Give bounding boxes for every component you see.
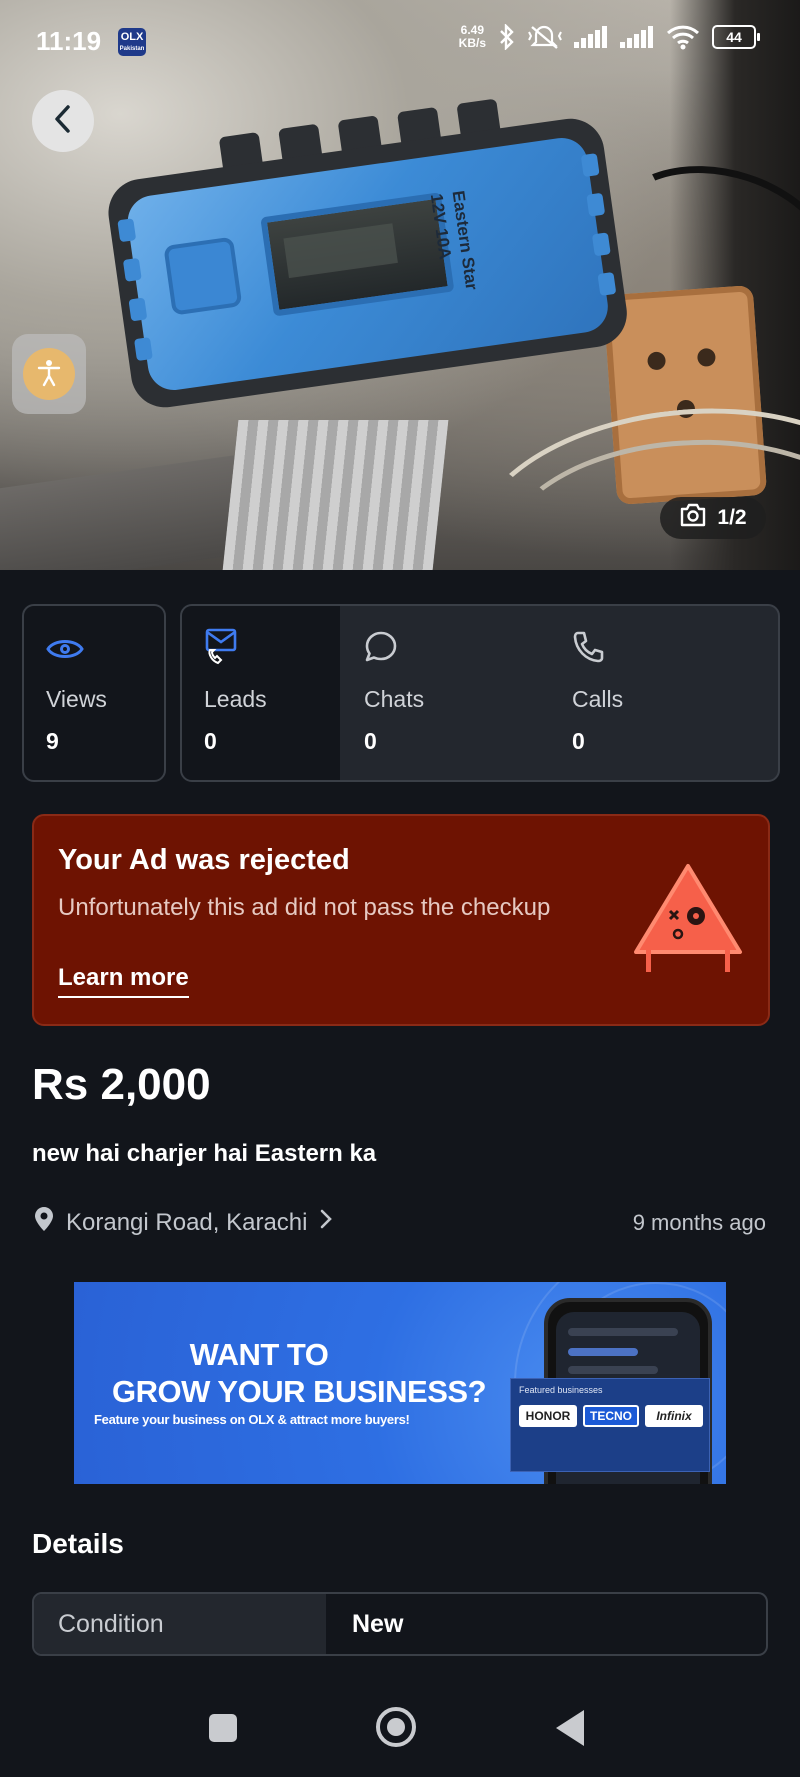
learn-more-link[interactable]: Learn more xyxy=(58,964,189,998)
battery-icon: 44 xyxy=(712,25,760,49)
charger-product: Eastern Star 12V 10A xyxy=(100,85,636,447)
mute-vibrate-icon xyxy=(528,24,562,50)
status-bar: 11:19 OLX Pakistan 6.49 KB/s 44 xyxy=(0,0,800,86)
detail-key: Condition xyxy=(34,1594,326,1654)
stat-label: Calls xyxy=(572,686,624,712)
stat-label: Leads xyxy=(204,686,267,712)
promo-heading: WANT TO xyxy=(189,1337,329,1372)
promo-banner[interactable]: WANT TO GROW YOUR BUSINESS? Feature your… xyxy=(74,1282,726,1484)
bluetooth-icon xyxy=(498,24,516,50)
system-back-button[interactable] xyxy=(556,1710,584,1746)
status-time: 11:19 xyxy=(36,26,102,56)
chat-icon xyxy=(364,630,398,669)
details-heading: Details xyxy=(32,1528,124,1559)
photo-counter[interactable]: 1/2 xyxy=(660,497,766,539)
detail-value: New xyxy=(352,1610,404,1638)
stat-value: 0 xyxy=(572,728,585,754)
featured-businesses-card: Featured businesses HONOR TECNO Infinix xyxy=(510,1378,710,1472)
location-link[interactable]: Korangi Road, Karachi xyxy=(34,1206,333,1239)
product-photo[interactable]: Eastern Star 12V 10A 11:19 OLX Pakistan … xyxy=(0,0,800,570)
photo-background xyxy=(221,420,449,570)
listing-title: new hai charjer hai Eastern ka xyxy=(32,1140,377,1167)
mail-phone-icon xyxy=(204,628,238,671)
charger-button xyxy=(163,236,243,316)
stat-leads[interactable]: Leads 0 xyxy=(204,606,324,780)
accessibility-button[interactable] xyxy=(12,334,86,414)
promo-heading: GROW YOUR BUSINESS? xyxy=(111,1374,487,1409)
stat-value: 9 xyxy=(46,728,59,754)
network-speed: 6.49 KB/s xyxy=(458,23,486,50)
accessibility-icon xyxy=(34,357,64,392)
camera-icon xyxy=(679,503,707,533)
stat-group: Leads 0 Chats 0 Calls 0 xyxy=(180,604,780,782)
promo-subtext: Feature your business on OLX & attract m… xyxy=(94,1412,410,1427)
photo-counter-text: 1/2 xyxy=(717,506,747,529)
chevron-right-icon xyxy=(319,1208,333,1237)
brand-logo: Infinix xyxy=(645,1405,703,1427)
signal-icon xyxy=(574,26,608,48)
warning-sign-icon xyxy=(630,860,746,985)
posted-time: 9 months ago xyxy=(632,1210,766,1235)
location-text: Korangi Road, Karachi xyxy=(66,1208,308,1236)
location-pin-icon xyxy=(34,1206,54,1239)
phone-icon xyxy=(572,630,604,669)
stat-value: 0 xyxy=(204,728,217,754)
brand-logo: TECNO xyxy=(583,1405,639,1427)
wifi-icon xyxy=(666,24,700,50)
stat-views[interactable]: Views 9 xyxy=(22,604,166,782)
chevron-left-icon xyxy=(50,103,76,140)
system-navigation-bar xyxy=(0,1690,800,1777)
signal-icon xyxy=(620,26,654,48)
rejection-message: Unfortunately this ad did not pass the c… xyxy=(58,894,551,921)
eye-icon xyxy=(46,636,84,667)
stat-value: 0 xyxy=(364,728,377,754)
rejection-banner: Your Ad was rejected Unfortunately this … xyxy=(32,814,770,1026)
stat-calls[interactable]: Calls 0 xyxy=(572,606,732,780)
brand-logo: HONOR xyxy=(519,1405,577,1427)
rejection-title: Your Ad was rejected xyxy=(58,844,350,876)
recent-apps-button[interactable] xyxy=(209,1714,237,1742)
olx-notification-icon: OLX Pakistan xyxy=(118,28,146,56)
stat-label: Chats xyxy=(364,686,425,712)
stat-chats[interactable]: Chats 0 xyxy=(364,606,524,780)
stat-label: Views xyxy=(46,686,107,712)
home-button[interactable] xyxy=(376,1707,416,1747)
listing-price: Rs 2,000 xyxy=(32,1060,211,1109)
back-button[interactable] xyxy=(32,90,94,152)
photo-background xyxy=(0,451,260,570)
detail-row-condition: Condition New xyxy=(32,1592,768,1656)
